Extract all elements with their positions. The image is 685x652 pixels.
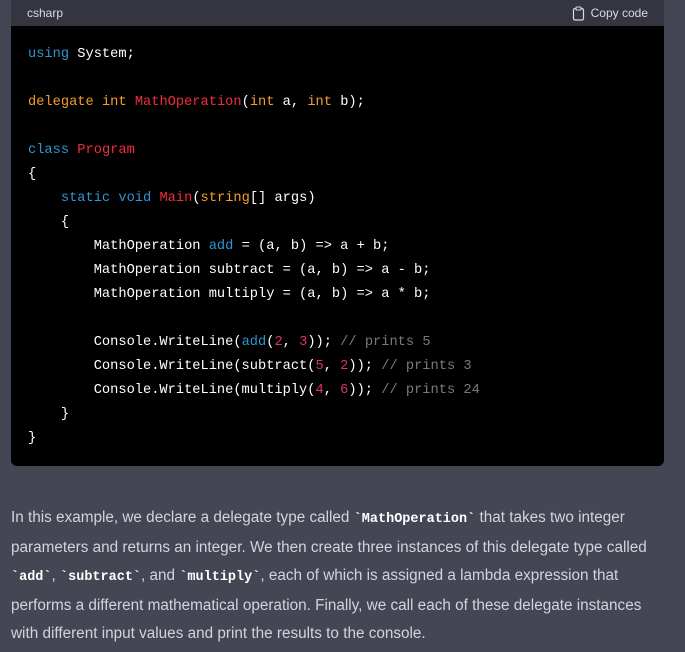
code-token: } bbox=[28, 431, 37, 446]
code-token: ( bbox=[192, 191, 201, 206]
code-line: Console.WriteLine(multiply(4, 6)); // pr… bbox=[28, 379, 664, 403]
code-content: using System; delegate int MathOperation(… bbox=[11, 26, 664, 451]
code-line: MathOperation add = (a, b) => a + b; bbox=[28, 235, 664, 259]
code-token: Main bbox=[159, 191, 193, 206]
paragraph-text: In this example, we declare a delegate t… bbox=[11, 509, 354, 526]
code-token: 5 bbox=[315, 359, 324, 374]
code-token: 2 bbox=[274, 335, 283, 350]
code-line: Console.WriteLine(add(2, 3)); // prints … bbox=[28, 331, 664, 355]
code-line: } bbox=[28, 427, 664, 451]
code-line: static void Main(string[] args) bbox=[28, 187, 664, 211]
code-line: using System; bbox=[28, 43, 664, 67]
code-token: string bbox=[200, 191, 250, 206]
paragraph-text: , bbox=[51, 567, 61, 584]
code-token: MathOperation bbox=[134, 95, 242, 110]
code-token: using bbox=[28, 47, 70, 62]
code-token: // prints 5 bbox=[331, 335, 431, 350]
copy-code-button[interactable]: Copy code bbox=[572, 5, 648, 21]
inline-code: `subtract` bbox=[60, 570, 142, 585]
code-token: )); bbox=[348, 359, 374, 374]
code-token: MathOperation subtract = (a, b) => a - b… bbox=[28, 263, 431, 278]
code-token: static bbox=[60, 191, 111, 206]
explanation-paragraph: In this example, we declare a delegate t… bbox=[11, 504, 661, 648]
code-token: int bbox=[249, 95, 275, 110]
code-token: , bbox=[323, 383, 341, 398]
code-token: add bbox=[241, 335, 267, 350]
code-line: delegate int MathOperation(int a, int b)… bbox=[28, 91, 664, 115]
code-token: , bbox=[323, 359, 341, 374]
code-line: class Program bbox=[28, 139, 664, 163]
inline-code: `add` bbox=[11, 570, 52, 585]
code-token: // prints 24 bbox=[373, 383, 480, 398]
code-token: MathOperation multiply = (a, b) => a * b… bbox=[28, 287, 431, 302]
code-block: csharp Copy code using System; delegate i… bbox=[11, 0, 664, 466]
code-token: b); bbox=[331, 95, 365, 110]
code-token: [] args) bbox=[249, 191, 316, 206]
code-token: { bbox=[28, 215, 70, 230]
code-token: MathOperation bbox=[28, 239, 209, 254]
code-token: // prints 3 bbox=[373, 359, 472, 374]
paragraph-text: , and bbox=[141, 567, 180, 584]
code-token: Program bbox=[77, 143, 135, 158]
clipboard-icon bbox=[572, 5, 585, 21]
code-token: { bbox=[28, 167, 37, 182]
code-language-label: csharp bbox=[27, 6, 64, 20]
code-token: class bbox=[28, 143, 70, 158]
code-token: Console.WriteLine(subtract( bbox=[28, 359, 316, 374]
code-token: , bbox=[282, 335, 300, 350]
inline-code: `multiply` bbox=[179, 570, 261, 585]
code-token: int bbox=[307, 95, 332, 110]
code-token: } bbox=[28, 407, 70, 422]
code-block-header: csharp Copy code bbox=[11, 0, 664, 26]
code-token: System; bbox=[69, 47, 135, 62]
code-token: 4 bbox=[315, 383, 324, 398]
code-token: = (a, b) => a + b; bbox=[233, 239, 390, 254]
code-line: { bbox=[28, 211, 664, 235]
code-token: a, bbox=[274, 95, 308, 110]
code-line: } bbox=[28, 403, 664, 427]
code-token: Console.WriteLine(multiply( bbox=[28, 383, 316, 398]
code-token: )); bbox=[307, 335, 332, 350]
code-token: int bbox=[101, 95, 127, 110]
code-token: delegate bbox=[28, 95, 94, 110]
code-line: { bbox=[28, 163, 664, 187]
code-line: MathOperation subtract = (a, b) => a - b… bbox=[28, 259, 664, 283]
code-token: ( bbox=[241, 95, 250, 110]
code-line: Console.WriteLine(subtract(5, 2)); // pr… bbox=[28, 355, 664, 379]
code-token: add bbox=[208, 239, 234, 254]
copy-code-label: Copy code bbox=[590, 6, 648, 20]
code-token: )); bbox=[348, 383, 374, 398]
code-token: void bbox=[118, 191, 152, 206]
code-line: MathOperation multiply = (a, b) => a * b… bbox=[28, 283, 664, 307]
code-token: Console.WriteLine( bbox=[28, 335, 242, 350]
inline-code: `MathOperation` bbox=[353, 512, 476, 527]
